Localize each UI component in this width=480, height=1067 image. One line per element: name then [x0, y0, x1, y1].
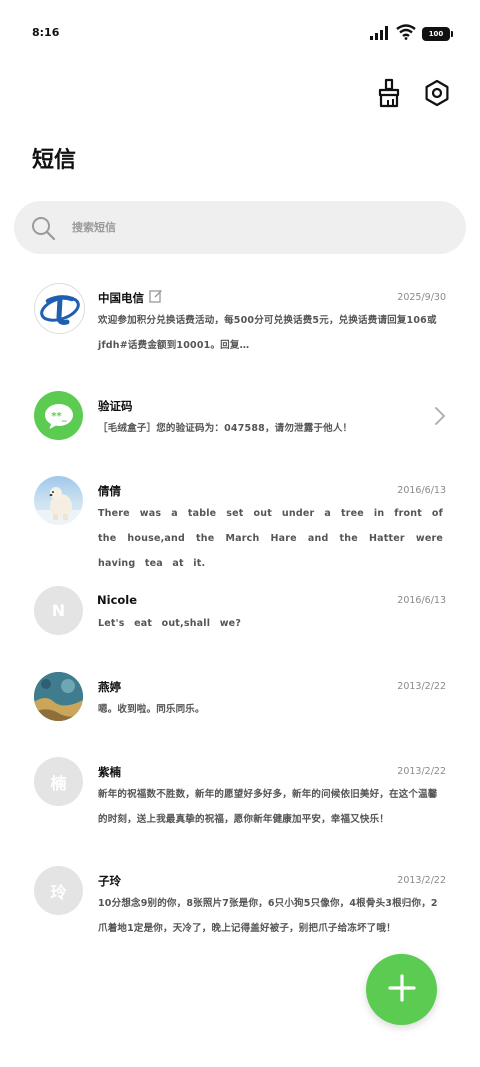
conversation-name: 倩倩 — [98, 484, 121, 498]
wifi-icon — [396, 24, 416, 44]
conversation-row[interactable]: 中国电信 2025/9/30 欢迎参加积分兑换话费活动，每500分可兑换话费5元… — [0, 258, 480, 358]
status-icons: 100 — [370, 24, 453, 44]
conversation-preview: 新年的祝福数不胜数，新年的愿望好多好多，新年的问候依旧美好，在这个温馨的时刻，送… — [98, 789, 438, 825]
conversation-name: Nicole — [97, 593, 138, 607]
conversation-preview: There was a table set out under a tree i… — [98, 508, 443, 569]
edit-note-icon — [149, 288, 163, 307]
settings-icon[interactable] — [422, 78, 452, 108]
conversation-row[interactable]: **_ 验证码 ［毛绒盒子］您的验证码为：047588，请勿泄露于他人！ — [0, 386, 480, 466]
conversation-row[interactable]: 楠 紫楠 2013/2/22 新年的祝福数不胜数，新年的愿望好多好多，新年的问候… — [0, 757, 480, 857]
conversation-row[interactable]: 燕婷 2013/2/22 嗯。收到啦。同乐同乐。 — [0, 672, 480, 747]
chat-bubble-icon: **_ — [34, 391, 83, 440]
search-bar[interactable] — [14, 201, 466, 254]
conversation-preview: ［毛绒盒子］您的验证码为：047588，请勿泄露于他人！ — [98, 423, 353, 434]
new-message-button[interactable] — [366, 954, 437, 1025]
svg-text:**_: **_ — [51, 411, 66, 422]
search-input[interactable] — [70, 220, 434, 235]
conversation-name: 子玲 — [98, 874, 121, 888]
signal-icon — [370, 25, 390, 44]
conversation-preview: Let's eat out,shall we? — [98, 618, 242, 629]
chevron-right-icon[interactable] — [434, 406, 446, 430]
conversation-date: 2016/6/13 — [397, 485, 446, 496]
conversation-date: 2013/2/22 — [397, 766, 446, 777]
conversation-name: 燕婷 — [98, 680, 121, 694]
conversation-name: 紫楠 — [98, 765, 121, 779]
status-bar: 8:16 100 — [0, 0, 480, 64]
top-actions — [374, 78, 452, 108]
conversation-row[interactable]: 玲 子玲 2013/2/22 10分想念9别的你，8张照片7张是你，6只小狗5只… — [0, 866, 480, 966]
search-icon — [30, 215, 56, 241]
avatar: 玲 — [34, 866, 83, 915]
conversation-row[interactable]: 倩倩 2016/6/13 There was a table set out u… — [0, 476, 480, 569]
conversation-row[interactable]: N Nicole 2016/6/13 Let's eat out,shall w… — [0, 586, 480, 661]
status-time: 8:16 — [32, 26, 60, 39]
polar-bear-photo — [34, 476, 83, 525]
battery-indicator: 100 — [422, 27, 453, 41]
china-telecom-logo — [34, 283, 85, 334]
conversation-preview: 10分想念9别的你，8张照片7张是你，6只小狗5只像你，4根骨头3根归你，2爪着… — [98, 898, 438, 934]
page-title: 短信 — [32, 148, 77, 173]
conversation-name: 中国电信 — [98, 291, 144, 305]
conversation-date: 2013/2/22 — [397, 875, 446, 886]
conversation-preview: 嗯。收到啦。同乐同乐。 — [98, 704, 205, 715]
conversation-preview: 欢迎参加积分兑换话费活动，每500分可兑换话费5元，兑换话费请回复106或jfd… — [98, 315, 437, 351]
conversation-date: 2013/2/22 — [397, 681, 446, 692]
conversation-date: 2016/6/13 — [397, 595, 446, 606]
landscape-photo — [34, 672, 83, 721]
conversation-name: 验证码 — [98, 399, 133, 413]
conversation-date: 2025/9/30 — [397, 292, 446, 303]
plus-icon — [387, 973, 417, 1007]
avatar: N — [34, 586, 83, 635]
brush-icon[interactable] — [374, 78, 404, 108]
avatar: 楠 — [34, 757, 83, 806]
